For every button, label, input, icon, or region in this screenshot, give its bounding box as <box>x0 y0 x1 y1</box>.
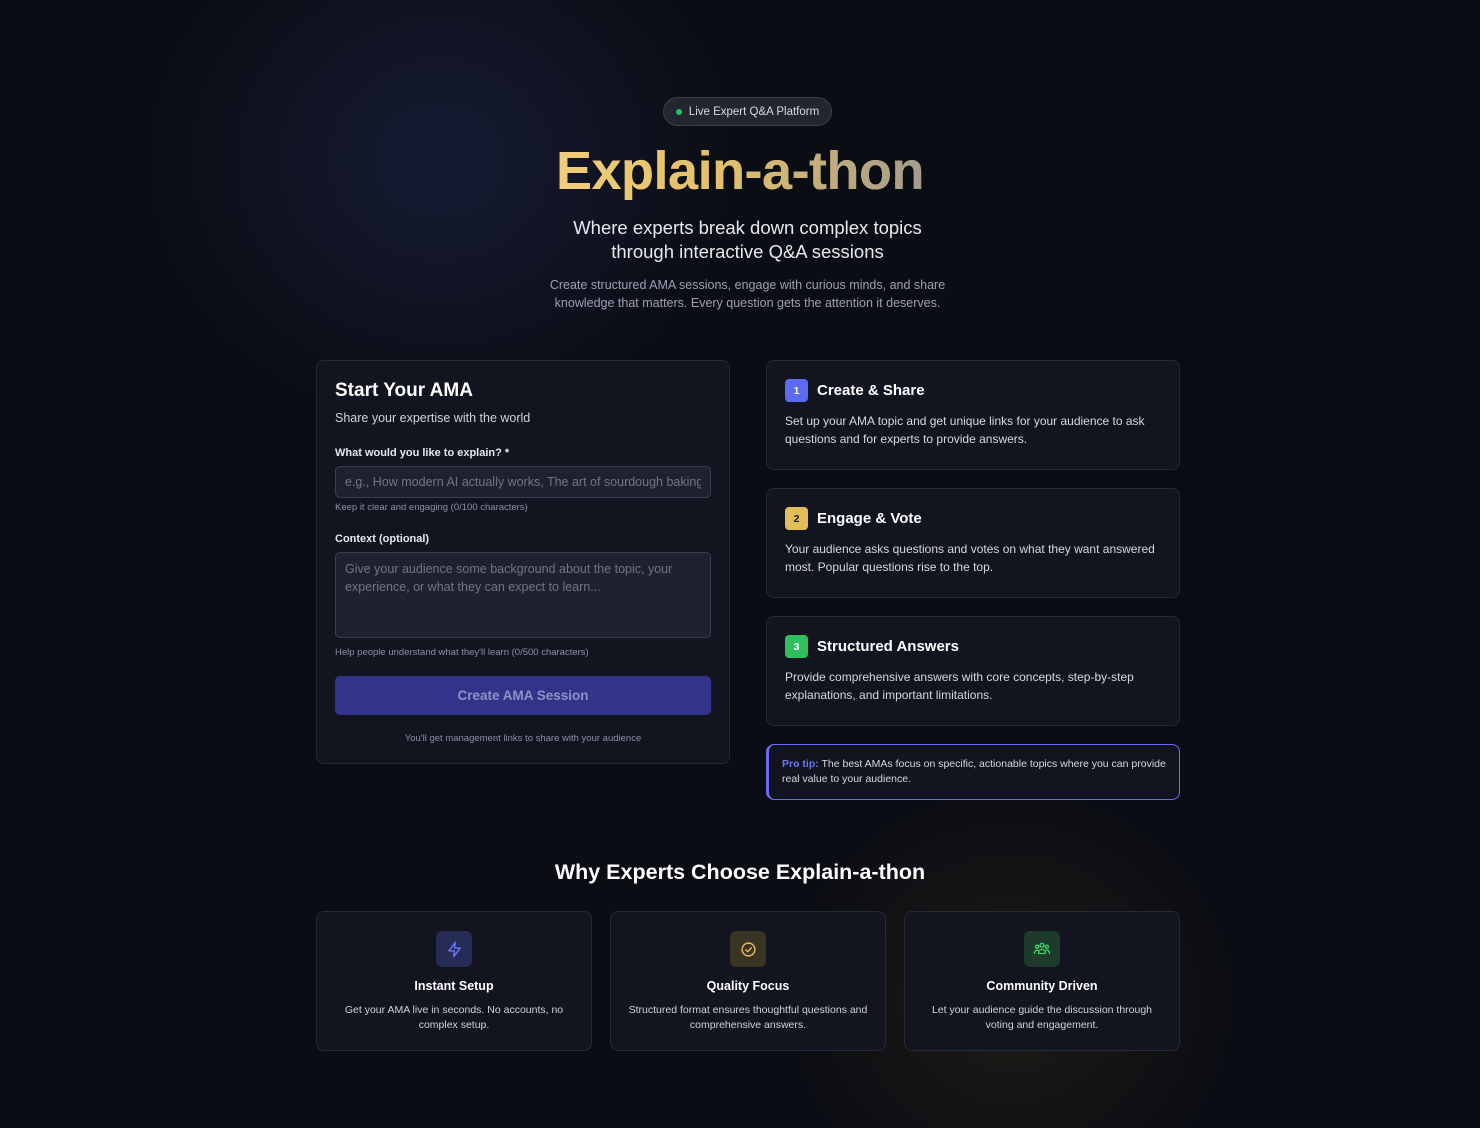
step-title: Structured Answers <box>817 638 959 655</box>
live-badge: Live Expert Q&A Platform <box>663 97 832 126</box>
topic-label: What would you like to explain? * <box>335 447 510 459</box>
page-title: Explain-a-thon <box>0 140 1480 202</box>
why-section-title: Why Experts Choose Explain-a-thon <box>554 860 926 884</box>
context-hint: Help people understand what they'll lear… <box>335 647 589 658</box>
badge-label: Live Expert Q&A Platform <box>688 105 820 118</box>
feature-title: Instant Setup <box>414 979 494 993</box>
step-number-badge: 1 <box>785 379 808 402</box>
live-dot-icon <box>675 108 682 115</box>
step-text: Set up your AMA topic and get unique lin… <box>785 414 1145 446</box>
lightning-icon <box>436 931 472 967</box>
hero-subtitle: Where experts break down complex topics … <box>573 217 922 262</box>
context-label: Context (optional) <box>335 533 430 545</box>
context-textarea[interactable] <box>335 552 711 638</box>
step-text: Your audience asks questions and votes o… <box>785 542 1155 574</box>
step-card-create-share: 1 Create & Share Set up your AMA topic a… <box>766 360 1180 470</box>
community-icon <box>1024 931 1060 967</box>
pro-tip-box: Pro tip: The best AMAs focus on specific… <box>766 744 1180 800</box>
feature-card-quality-focus: Quality Focus Structured format ensures … <box>610 911 886 1051</box>
feature-card-community-driven: Community Driven Let your audience guide… <box>904 911 1180 1051</box>
topic-hint: Keep it clear and engaging (0/100 charac… <box>335 502 528 513</box>
feature-text: Get your AMA live in seconds. No account… <box>344 1004 564 1031</box>
form-subtitle: Share your expertise with the world <box>335 411 531 425</box>
step-title: Create & Share <box>817 382 925 399</box>
step-number-badge: 2 <box>785 507 808 530</box>
step-card-structured-answers: 3 Structured Answers Provide comprehensi… <box>766 616 1180 726</box>
page-title-text: Explain-a-thon <box>556 141 925 201</box>
hero-description: Create structured AMA sessions, engage w… <box>549 278 946 310</box>
step-title: Engage & Vote <box>817 510 922 527</box>
management-links-note: You'll get management links to share wit… <box>404 733 642 744</box>
feature-text: Structured format ensures thoughtful que… <box>628 1004 868 1031</box>
step-text: Provide comprehensive answers with core … <box>785 670 1134 702</box>
feature-title: Community Driven <box>986 979 1098 993</box>
pro-tip-label: Pro tip: <box>782 758 819 770</box>
pro-tip-text: The best AMAs focus on specific, actiona… <box>782 758 1166 785</box>
form-title: Start Your AMA <box>335 380 473 401</box>
feature-card-instant-setup: Instant Setup Get your AMA live in secon… <box>316 911 592 1051</box>
step-card-engage-vote: 2 Engage & Vote Your audience asks quest… <box>766 488 1180 598</box>
topic-input[interactable] <box>335 466 711 498</box>
step-number-badge: 3 <box>785 635 808 658</box>
create-ama-button[interactable]: Create AMA Session <box>335 676 711 715</box>
check-circle-icon <box>730 931 766 967</box>
feature-title: Quality Focus <box>706 979 790 993</box>
feature-text: Let your audience guide the discussion t… <box>931 1004 1153 1031</box>
start-ama-card: Start Your AMA Share your expertise with… <box>316 360 730 764</box>
